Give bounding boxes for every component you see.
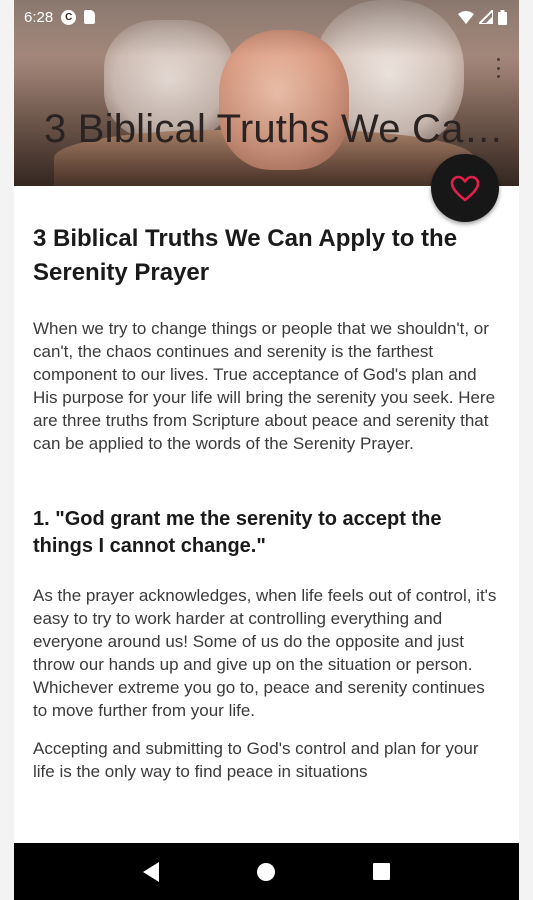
section-paragraph: Accepting and submitting to God's contro… bbox=[33, 739, 479, 781]
back-icon[interactable] bbox=[143, 861, 159, 882]
status-time: 6:28 bbox=[24, 8, 54, 26]
app-screen: 3 Biblical Truths We Can Apply to the Se… bbox=[14, 0, 519, 900]
status-bar: 6:28 C bbox=[14, 0, 519, 34]
wifi-icon bbox=[458, 10, 474, 24]
article-intro: When we try to change things or people t… bbox=[33, 319, 496, 453]
section-paragraph: As the prayer acknowledges, when life fe… bbox=[33, 586, 497, 720]
header-title: 3 Biblical Truths We Can Apply to the Se… bbox=[44, 107, 504, 151]
heart-outline-icon bbox=[450, 175, 480, 201]
section-heading: 1. "God grant me the serenity to accept … bbox=[33, 508, 442, 557]
home-icon[interactable] bbox=[257, 862, 275, 881]
recents-icon[interactable] bbox=[373, 863, 390, 880]
battery-icon bbox=[498, 9, 507, 25]
c-circle-icon: C bbox=[61, 9, 77, 25]
article-content: 3 Biblical Truths We Can Apply to the Se… bbox=[33, 222, 503, 783]
favorite-button[interactable] bbox=[431, 154, 499, 222]
navigation-bar bbox=[14, 843, 519, 900]
article-title: 3 Biblical Truths We Can Apply to the Se… bbox=[33, 225, 458, 286]
sd-card-icon bbox=[84, 10, 96, 24]
signal-icon bbox=[479, 10, 493, 24]
overflow-menu-icon[interactable] bbox=[495, 58, 501, 78]
